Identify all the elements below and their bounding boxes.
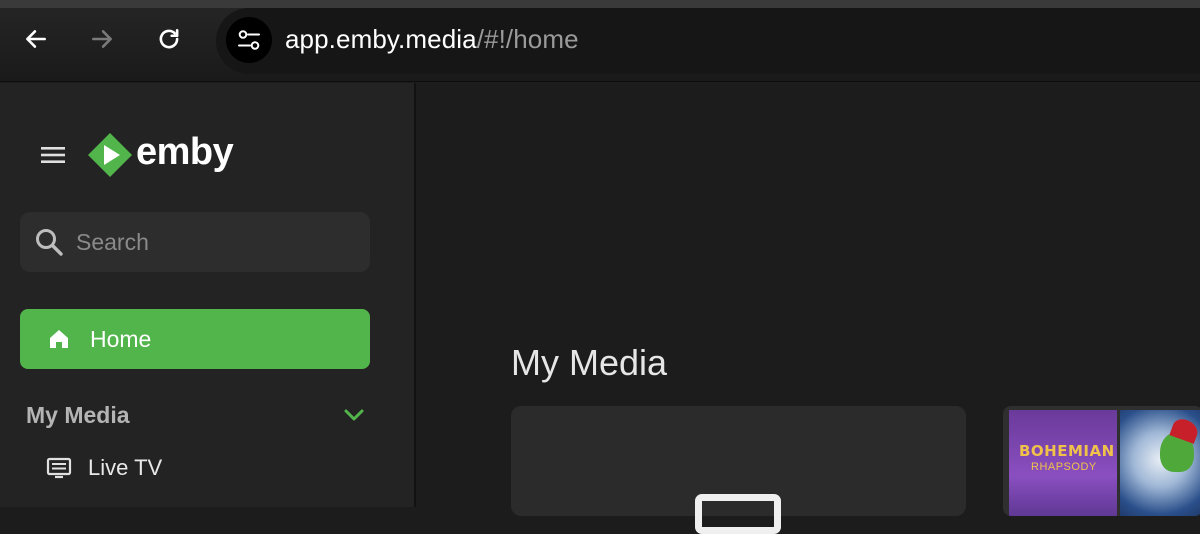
live-tv-icon	[46, 457, 72, 479]
media-library-card-posters[interactable]: BOHEMIAN RHAPSODY	[1003, 406, 1200, 516]
emby-logo[interactable]: emby	[86, 130, 234, 180]
poster-title-line1: BOHEMIAN	[1019, 442, 1115, 460]
sidebar-item-label: Live TV	[88, 455, 163, 480]
reload-icon	[159, 29, 179, 49]
chevron-down-icon	[344, 409, 364, 421]
section-title: My Media	[26, 401, 130, 428]
logo-text: emby	[136, 130, 234, 173]
media-library-card[interactable]	[511, 406, 966, 534]
page-title: My Media	[511, 342, 668, 383]
home-icon	[50, 330, 68, 348]
poster-image	[1120, 410, 1200, 516]
search-input[interactable]	[76, 228, 346, 256]
search-box[interactable]	[20, 212, 370, 272]
sidebar-item-label: Home	[90, 325, 152, 352]
search-icon	[36, 229, 63, 256]
url-text[interactable]: app.emby.media/#!/home	[285, 24, 579, 55]
url-path: /#!/home	[476, 24, 579, 54]
sidebar-item-live-tv[interactable]: Live TV	[46, 450, 162, 486]
poster-title-line2: RHAPSODY	[1031, 461, 1097, 473]
back-button[interactable]	[19, 22, 53, 56]
forward-button[interactable]	[85, 22, 119, 56]
url-host: app.emby.media	[285, 24, 477, 54]
sidebar-item-home[interactable]: Home	[20, 309, 370, 369]
reload-button[interactable]	[152, 22, 186, 56]
back-arrow-icon	[26, 30, 46, 48]
browser-toolbar: app.emby.media/#!/home	[0, 0, 1200, 82]
forward-arrow-icon	[92, 30, 112, 48]
poster-image: BOHEMIAN RHAPSODY	[1009, 410, 1117, 516]
hamburger-icon	[41, 147, 65, 163]
hamburger-menu-button[interactable]	[34, 136, 72, 174]
tv-icon	[695, 494, 781, 534]
tab-strip-edge	[0, 0, 1200, 8]
my-media-section-header[interactable]: My Media	[26, 398, 366, 432]
site-settings-icon	[238, 30, 260, 50]
site-settings-button[interactable]	[226, 17, 272, 63]
emby-logo-icon	[88, 133, 132, 177]
